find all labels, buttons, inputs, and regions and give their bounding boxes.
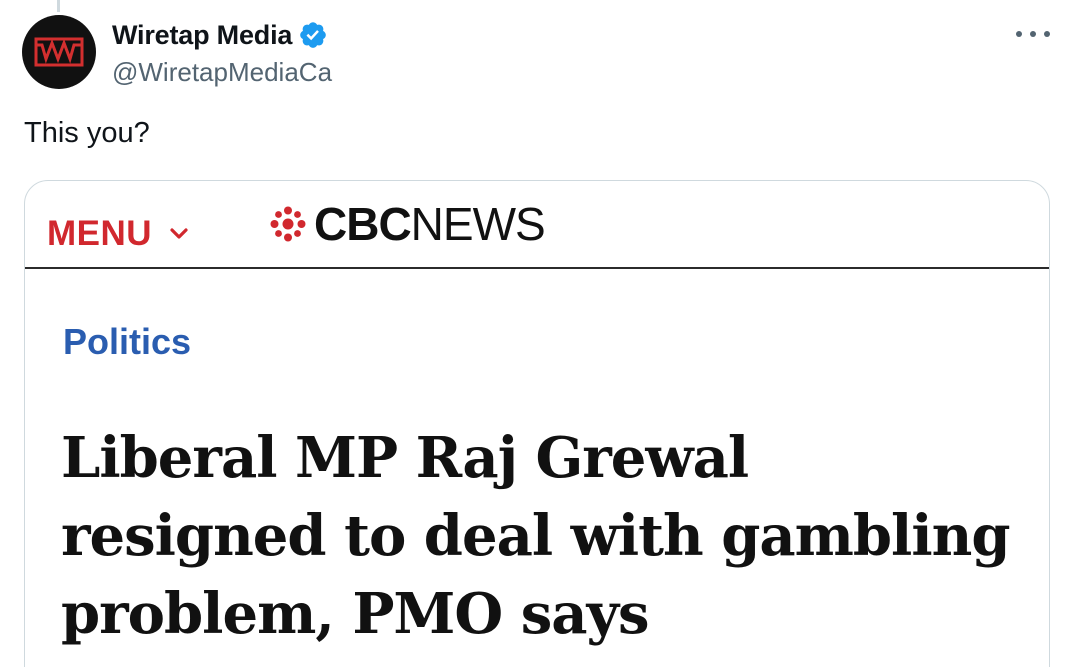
cbc-wordmark-bold: CBC [314,198,412,250]
author-avatar[interactable] [22,15,96,89]
cbc-gem-icon [270,206,306,242]
chevron-down-icon [170,228,188,239]
verified-badge-icon[interactable] [298,20,328,50]
author-display-name[interactable]: Wiretap Media [112,20,292,51]
cbc-menu-button: MENU [47,214,188,254]
cbc-wordmark-regular: NEWS [410,198,546,250]
article-section-label: Politics [63,321,192,362]
embedded-image[interactable]: MENU CBCNEWS Politics Liberal MP Raj Gre… [24,180,1050,667]
author-handle[interactable]: @WiretapMediaCa [112,57,332,88]
article-headline: Liberal MP Raj Grewal resigned to deal w… [61,425,1010,647]
tweet-text: This you? [24,117,150,149]
thread-connector-line [57,0,60,12]
cbc-news-wordmark: CBCNEWS [314,198,546,250]
author-name-row: Wiretap Media [112,18,332,52]
cbc-news-logo: CBCNEWS [270,198,546,250]
cbc-menu-label: MENU [47,214,153,253]
wiretap-logo-icon [34,37,84,67]
tweet-author: Wiretap Media @WiretapMediaCa [112,18,332,88]
cbc-header: MENU CBCNEWS [25,181,1049,269]
more-horizontal-icon [1016,31,1022,37]
more-options-button[interactable] [1016,24,1050,44]
